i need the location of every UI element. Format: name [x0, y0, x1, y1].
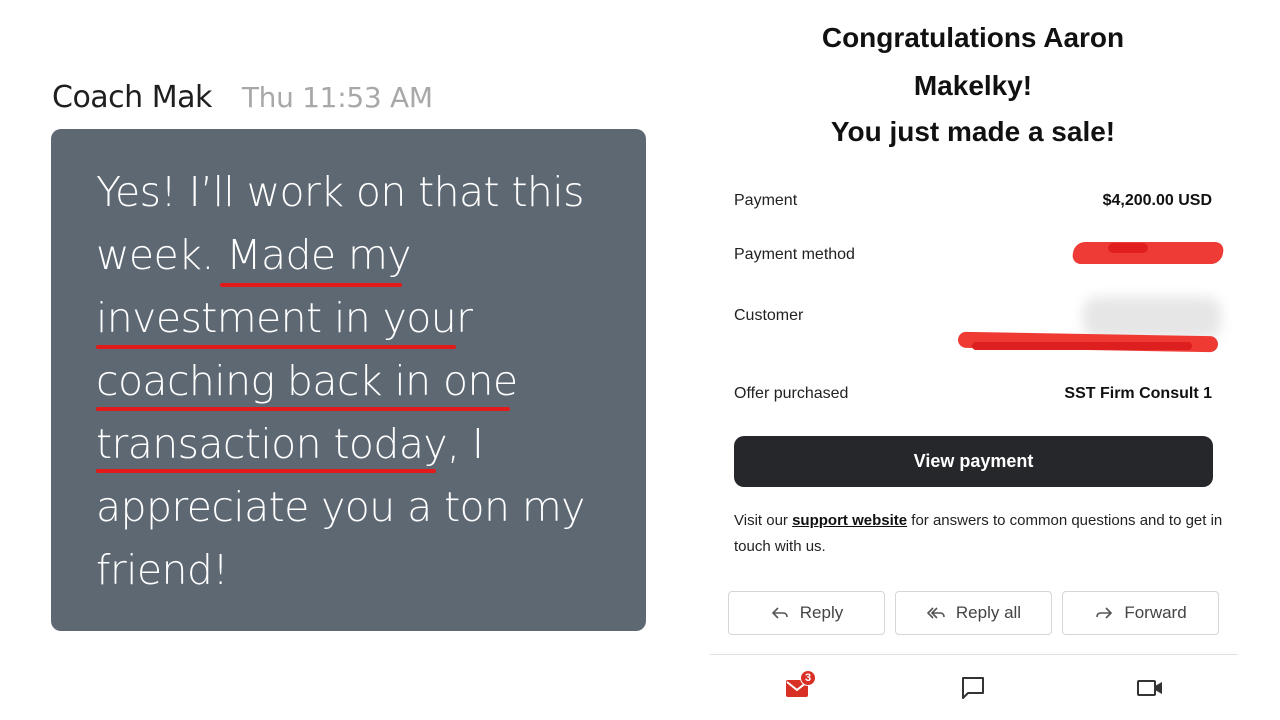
- highlight-underline: [220, 283, 402, 287]
- support-text: Visit our support website for answers to…: [734, 508, 1224, 560]
- message-line: friend!: [96, 546, 229, 594]
- forward-button[interactable]: Forward: [1062, 591, 1219, 635]
- bottom-navigation: 3: [710, 662, 1238, 712]
- message-text: Yes! I’ll work on that this week. Made m…: [96, 161, 616, 602]
- redaction-mark: [1108, 243, 1148, 253]
- payment-method-label: Payment method: [734, 246, 855, 263]
- message-bubble: Yes! I’ll work on that this week. Made m…: [51, 129, 646, 631]
- nav-meet[interactable]: [1130, 668, 1170, 708]
- forward-label: Forward: [1124, 603, 1187, 622]
- blurred-customer-info: [1083, 297, 1221, 339]
- message-line: transaction today, I: [96, 420, 484, 468]
- message-line: investment in your: [96, 294, 473, 342]
- sender-name[interactable]: Coach Mak: [52, 80, 212, 115]
- redaction-mark: [1071, 242, 1225, 264]
- highlight-underline: [96, 469, 436, 473]
- offer-name: SST Firm Consult 1: [1064, 385, 1212, 402]
- message-line: appreciate you a ton my: [96, 483, 585, 531]
- offer-label: Offer purchased: [734, 385, 849, 402]
- nav-divider: [710, 654, 1238, 655]
- message-line: coaching back in one: [96, 357, 518, 405]
- customer-label: Customer: [734, 307, 804, 324]
- payment-label: Payment: [734, 192, 798, 209]
- payment-amount: $4,200.00 USD: [1102, 192, 1212, 209]
- sale-email: Congratulations Aaron Makelky! You just …: [710, 0, 1240, 720]
- video-icon: [1137, 680, 1162, 696]
- email-headline: Makelky!: [913, 70, 1033, 101]
- nav-chat[interactable]: [953, 668, 993, 708]
- chat-icon: [962, 677, 984, 699]
- support-text-start: Visit our: [734, 512, 793, 529]
- highlight-underline: [96, 345, 456, 349]
- email-actions: Reply Reply all Forward: [728, 591, 1219, 635]
- reply-button[interactable]: Reply: [728, 591, 885, 635]
- redaction-mark: [972, 342, 1192, 350]
- highlight-underline: [96, 407, 510, 411]
- reply-all-label: Reply all: [955, 603, 1022, 622]
- message-timestamp: Thu 11:53 AM: [241, 81, 433, 114]
- reply-label: Reply: [799, 603, 844, 622]
- chat-header: Coach Mak Thu 11:53 AM: [52, 80, 433, 115]
- reply-all-button[interactable]: Reply all: [895, 591, 1052, 635]
- reply-all-icon: [926, 607, 945, 619]
- forward-icon: [1096, 607, 1113, 619]
- email-headline: You just made a sale!: [830, 116, 1116, 147]
- unread-count-badge: 3: [800, 670, 816, 686]
- support-website-link[interactable]: support website: [792, 512, 907, 529]
- view-payment-button[interactable]: View payment: [734, 436, 1213, 487]
- reply-icon: [771, 607, 788, 619]
- message-line: week. Made my: [96, 231, 412, 279]
- nav-mail[interactable]: 3: [778, 668, 818, 708]
- email-headline: Congratulations Aaron: [821, 22, 1125, 53]
- message-line: Yes! I’ll work on that this: [96, 168, 584, 216]
